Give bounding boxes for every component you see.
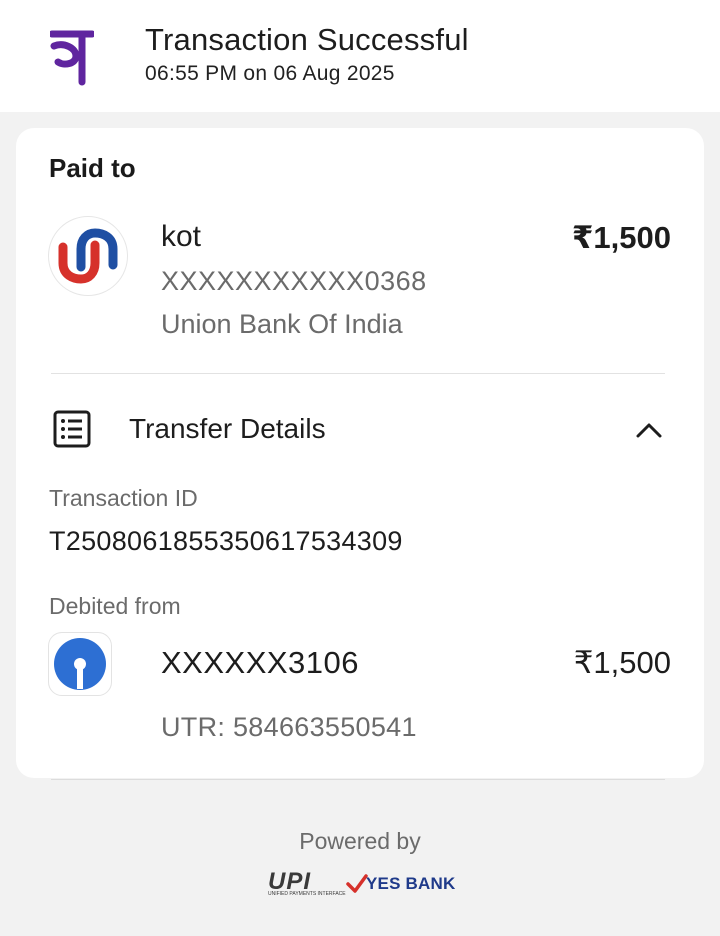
transaction-card: Paid to kot ₹1,500 XXXXXXXXXXX0368 Union… (16, 128, 704, 778)
page-title: Transaction Successful (145, 22, 469, 57)
transaction-timestamp: 06:55 PM on 06 Aug 2025 (145, 62, 395, 85)
union-bank-logo-icon (48, 216, 128, 296)
chevron-up-icon[interactable] (634, 416, 664, 446)
payee-account-number: XXXXXXXXXXX0368 (161, 266, 427, 296)
divider (51, 373, 665, 374)
yes-bank-logo-icon: YES BANK (366, 874, 456, 893)
debited-account-number: XXXXXX3106 (161, 645, 360, 680)
debited-from-label: Debited from (49, 593, 181, 619)
yes-bank-check-icon (346, 874, 368, 893)
partner-logos: UPI UNIFIED PAYMENTS INTERFACE YES BANK (268, 868, 458, 900)
paid-to-label: Paid to (49, 153, 136, 183)
upi-subtext: UNIFIED PAYMENTS INTERFACE (268, 891, 346, 897)
transfer-details-label: Transfer Details (129, 413, 326, 444)
phonepe-logo-icon (50, 30, 94, 86)
payee-amount: ₹1,500 (571, 220, 671, 255)
payee-name: kot (161, 220, 202, 253)
transaction-id-value: T2508061855350617534309 (49, 526, 403, 556)
list-details-icon (53, 410, 91, 448)
transaction-id-label: Transaction ID (49, 485, 198, 511)
transfer-details-toggle[interactable]: Transfer Details (16, 390, 704, 470)
utr-number: UTR: 584663550541 (161, 712, 417, 742)
header: Transaction Successful 06:55 PM on 06 Au… (0, 0, 720, 112)
divider (51, 779, 665, 780)
sbi-logo-icon (48, 632, 112, 696)
debited-amount: ₹1,500 (573, 645, 671, 680)
payee-bank-name: Union Bank Of India (161, 309, 403, 339)
powered-by-label: Powered by (299, 828, 421, 854)
